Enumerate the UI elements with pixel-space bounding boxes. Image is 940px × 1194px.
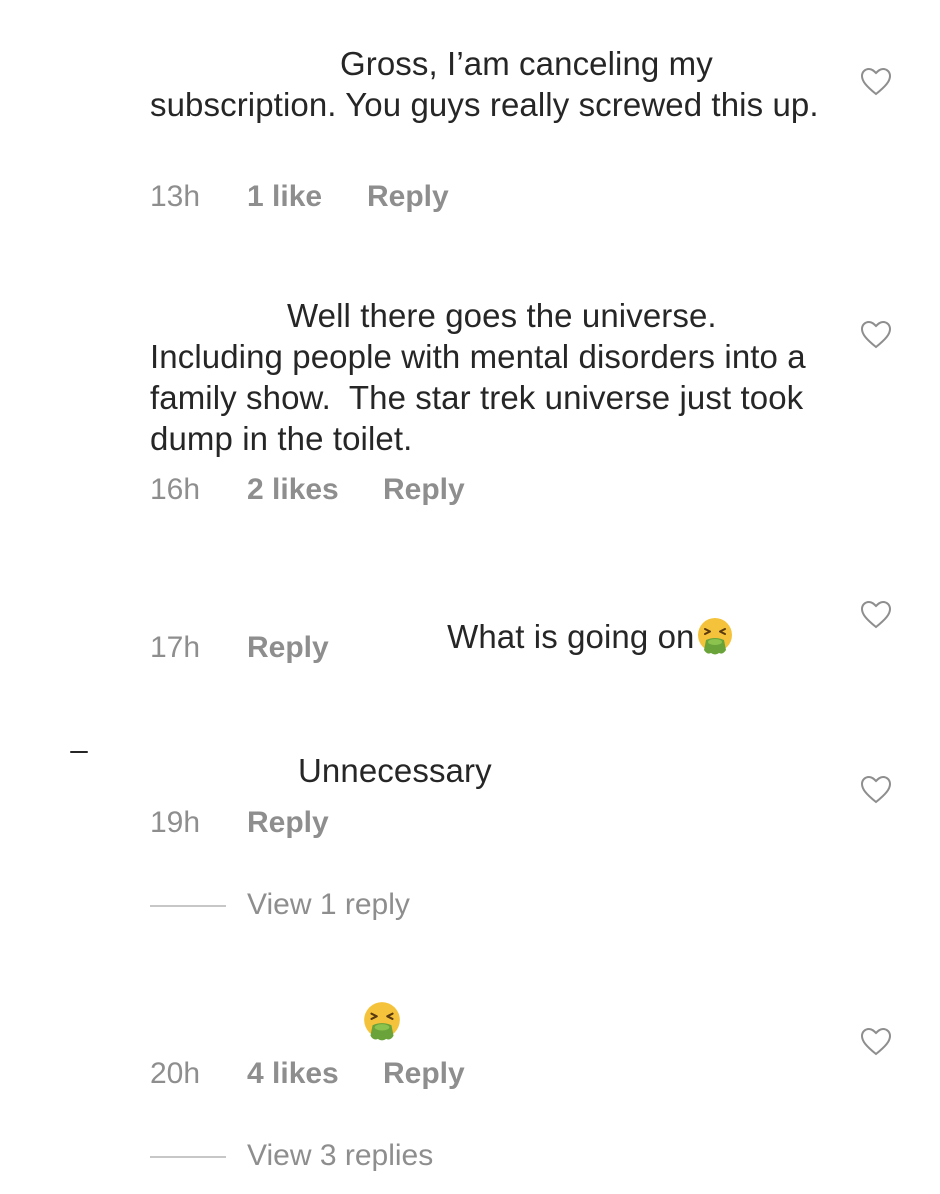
like-button[interactable] [860, 67, 892, 97]
nauseated-face-emoji [361, 1000, 403, 1042]
like-button[interactable] [860, 775, 892, 805]
comment-text: Gross, I’am canceling my subscription. Y… [150, 45, 819, 123]
timestamp: 16h [150, 473, 201, 506]
like-button[interactable] [860, 1027, 892, 1057]
timestamp: 20h [150, 1057, 201, 1090]
like-button[interactable] [860, 600, 892, 630]
avatar-edge [70, 751, 88, 753]
nauseated-face-emoji [695, 616, 735, 656]
reply-button[interactable]: Reply [383, 472, 465, 508]
view-replies-label: View 1 reply [247, 888, 410, 921]
replies-divider [150, 905, 226, 907]
timestamp: 13h [150, 180, 201, 213]
timestamp: 19h [150, 806, 201, 839]
timestamp: 17h [150, 631, 201, 664]
likes-count[interactable]: 1 like [247, 179, 322, 215]
comment-text: Unnecessary [298, 752, 492, 789]
reply-button[interactable]: Reply [367, 179, 449, 215]
comment-text: What is going on [410, 575, 830, 698]
heart-outline-icon [860, 320, 892, 349]
likes-count[interactable]: 2 likes [247, 472, 339, 508]
replies-divider [150, 1156, 226, 1158]
heart-outline-icon [860, 67, 892, 96]
comment-text-content: What is going on [447, 618, 695, 655]
reply-button[interactable]: Reply [383, 1056, 465, 1092]
view-replies-label: View 3 replies [247, 1139, 434, 1172]
reply-button[interactable]: Reply [247, 630, 329, 666]
heart-outline-icon [860, 1027, 892, 1056]
heart-outline-icon [860, 600, 892, 629]
heart-outline-icon [860, 775, 892, 804]
comment-text: Well there goes the universe. Including … [150, 297, 806, 457]
reply-button[interactable]: Reply [247, 805, 329, 841]
likes-count[interactable]: 4 likes [247, 1056, 339, 1092]
like-button[interactable] [860, 320, 892, 350]
